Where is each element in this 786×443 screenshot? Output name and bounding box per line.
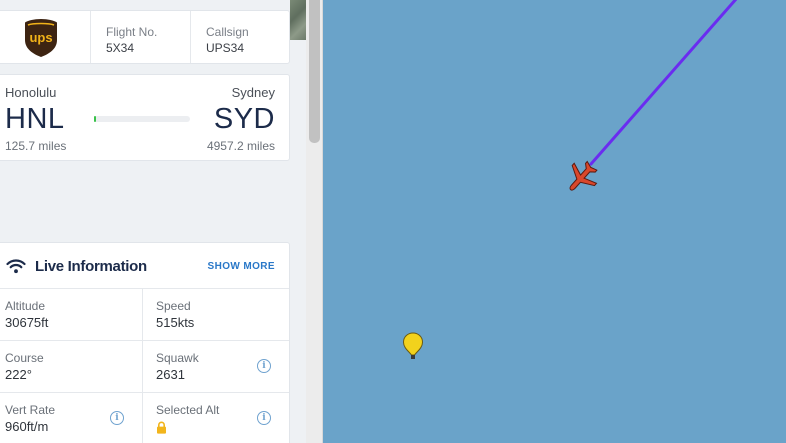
show-more-link[interactable]: SHOW MORE <box>208 261 276 272</box>
wifi-icon <box>6 259 26 274</box>
squawk-label: Squawk <box>156 351 199 365</box>
vert-rate-value: 960ft/m <box>5 419 49 434</box>
callsign-cell: Callsign UPS34 <box>191 11 290 63</box>
origin-distance: 125.7 miles <box>5 139 67 153</box>
flight-number-label: Flight No. <box>106 25 158 39</box>
sidebar-scrollbar-thumb[interactable] <box>309 0 320 143</box>
altitude-value: 30675ft <box>5 315 49 330</box>
selected-alt-info-icon[interactable]: i <box>257 411 271 425</box>
airline-card: ups Flight No. 5X34 Callsign UPS34 <box>0 10 290 64</box>
course-value: 222° <box>5 367 32 382</box>
aircraft-photo <box>290 0 306 40</box>
ups-logo-icon: ups <box>25 19 57 57</box>
vert-rate-info-icon[interactable]: i <box>110 411 124 425</box>
map-view[interactable] <box>323 0 786 443</box>
course-cell: Course 222° <box>0 341 143 393</box>
live-information-card: Live Information SHOW MORE Altitude 3067… <box>0 242 290 443</box>
flight-number-value: 5X34 <box>106 41 135 55</box>
destination-distance: 4957.2 miles <box>206 139 275 153</box>
sidebar-scrollbar[interactable] <box>306 0 323 443</box>
flight-progress-fill <box>94 116 97 122</box>
route-card: Honolulu HNL 125.7 miles Sydney SYD 4957… <box>0 74 290 161</box>
altitude-cell: Altitude 30675ft <box>0 289 143 341</box>
altitude-label: Altitude <box>5 299 46 313</box>
flight-progress-bar <box>94 116 190 122</box>
vert-rate-cell: Vert Rate 960ft/m i <box>0 393 143 443</box>
flight-track-line <box>589 0 738 166</box>
aircraft-icon[interactable] <box>563 158 601 196</box>
lock-icon <box>157 421 166 434</box>
speed-cell: Speed 515kts <box>143 289 289 341</box>
live-information-header: Live Information SHOW MORE <box>0 243 289 289</box>
destination-city: Sydney <box>231 85 275 100</box>
destination-code[interactable]: SYD <box>214 103 275 136</box>
flight-sidebar: ups Flight No. 5X34 Callsign UPS34 Honol… <box>0 0 306 443</box>
callsign-label: Callsign <box>206 25 249 39</box>
callsign-value: UPS34 <box>206 41 245 55</box>
course-label: Course <box>5 351 44 365</box>
squawk-value: 2631 <box>156 367 185 382</box>
squawk-cell: Squawk 2631 i <box>143 341 289 393</box>
map-marker-icon[interactable] <box>402 332 424 362</box>
origin-city: Honolulu <box>5 85 57 100</box>
squawk-info-icon[interactable]: i <box>257 359 271 373</box>
live-information-title: Live Information <box>35 258 147 275</box>
airline-logo-cell: ups <box>0 11 91 63</box>
vert-rate-label: Vert Rate <box>5 403 56 417</box>
selected-alt-cell: Selected Alt i <box>143 393 289 443</box>
selected-alt-label: Selected Alt <box>156 403 220 417</box>
flight-number-cell: Flight No. 5X34 <box>91 11 191 63</box>
speed-label: Speed <box>156 299 191 313</box>
speed-value: 515kts <box>156 315 195 330</box>
svg-text:ups: ups <box>29 30 52 45</box>
origin-code[interactable]: HNL <box>5 103 65 136</box>
